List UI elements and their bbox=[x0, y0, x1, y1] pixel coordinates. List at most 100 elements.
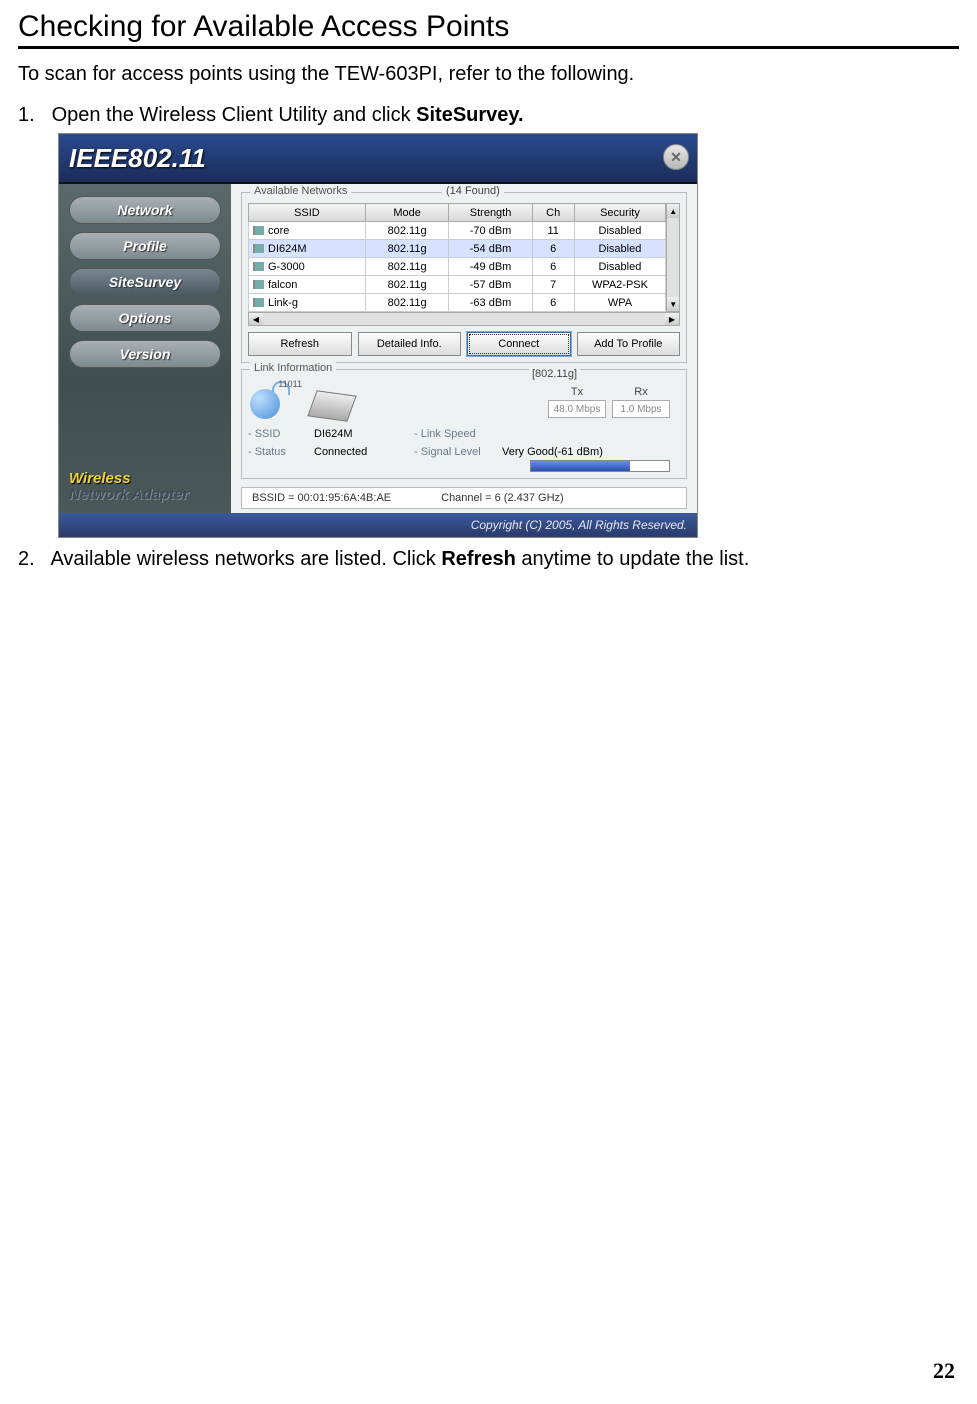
col-strength[interactable]: Strength bbox=[449, 204, 532, 222]
speed-key: - Link Speed bbox=[414, 428, 492, 440]
cell-mode: 802.11g bbox=[365, 258, 448, 276]
sidebar-footer-1: Wireless bbox=[69, 471, 221, 487]
page-number: 22 bbox=[933, 1358, 955, 1384]
rx-value: 1.0 Mbps bbox=[612, 400, 670, 418]
table-row[interactable]: Link-g802.11g-63 dBm6WPA bbox=[249, 294, 666, 312]
nav-version[interactable]: Version bbox=[69, 340, 221, 368]
cell-ch: 11 bbox=[532, 222, 574, 240]
add-to-profile-button[interactable]: Add To Profile bbox=[577, 332, 681, 356]
cell-mode: 802.11g bbox=[365, 294, 448, 312]
cell-security: Disabled bbox=[574, 258, 666, 276]
table-row[interactable]: falcon802.11g-57 dBm7WPA2-PSK bbox=[249, 276, 666, 294]
cell-security: WPA bbox=[574, 294, 666, 312]
ssid-val: DI624M bbox=[314, 428, 404, 440]
cell-ssid: falcon bbox=[249, 276, 366, 294]
col-ch[interactable]: Ch bbox=[532, 204, 574, 222]
table-row[interactable]: core802.11g-70 dBm11Disabled bbox=[249, 222, 666, 240]
cell-security: Disabled bbox=[574, 222, 666, 240]
cell-ch: 6 bbox=[532, 240, 574, 258]
nav-options[interactable]: Options bbox=[69, 304, 221, 332]
connect-button[interactable]: Connect bbox=[467, 332, 571, 356]
sidebar: Network Profile SiteSurvey Options Versi… bbox=[59, 184, 231, 513]
sidebar-footer-2: Network Adapter bbox=[69, 487, 221, 503]
network-icon bbox=[253, 244, 264, 253]
adapter-icon bbox=[307, 390, 356, 422]
cell-security: Disabled bbox=[574, 240, 666, 258]
status-key: - Status bbox=[248, 446, 304, 458]
network-icon bbox=[253, 262, 264, 271]
ssid-key: - SSID bbox=[248, 428, 304, 440]
step-2-text-b: Refresh bbox=[441, 548, 515, 570]
detailed-info-button[interactable]: Detailed Info. bbox=[358, 332, 462, 356]
cell-strength: -63 dBm bbox=[449, 294, 532, 312]
step-1: 1. Open the Wireless Client Utility and … bbox=[18, 104, 959, 127]
cell-ch: 7 bbox=[532, 276, 574, 294]
signal-key: - Signal Level bbox=[414, 446, 492, 458]
nav-network[interactable]: Network bbox=[69, 196, 221, 224]
app-footer: Copyright (C) 2005, All Rights Reserved. bbox=[59, 513, 697, 537]
network-icon bbox=[253, 280, 264, 289]
app-title: IEEE802.11 bbox=[69, 143, 206, 174]
cell-ssid: DI624M bbox=[249, 240, 366, 258]
cell-ssid: core bbox=[249, 222, 366, 240]
col-security[interactable]: Security bbox=[574, 204, 666, 222]
scroll-up-icon[interactable]: ▲ bbox=[667, 204, 679, 218]
titlebar: IEEE802.11 ✕ bbox=[59, 134, 697, 184]
available-label: Available Networks bbox=[250, 185, 351, 197]
rx-label: Rx bbox=[634, 386, 647, 398]
tx-label: Tx bbox=[571, 386, 583, 398]
cell-ch: 6 bbox=[532, 294, 574, 312]
cell-mode: 802.11g bbox=[365, 240, 448, 258]
step-2-num: 2. bbox=[18, 548, 46, 571]
close-icon[interactable]: ✕ bbox=[663, 144, 689, 170]
table-row[interactable]: G-3000802.11g-49 dBm6Disabled bbox=[249, 258, 666, 276]
wifi-num: 11011 bbox=[278, 379, 302, 389]
available-networks-group: Available Networks (14 Found) SSID Mode … bbox=[241, 192, 687, 363]
scroll-down-icon[interactable]: ▼ bbox=[667, 297, 679, 311]
nav-sitesurvey[interactable]: SiteSurvey bbox=[69, 268, 221, 296]
bssid-row: BSSID = 00:01:95:6A:4B:AE Channel = 6 (2… bbox=[241, 487, 687, 509]
channel-text: Channel = 6 (2.437 GHz) bbox=[441, 492, 564, 504]
intro-text: To scan for access points using the TEW-… bbox=[18, 63, 959, 86]
cell-ssid: G-3000 bbox=[249, 258, 366, 276]
cell-mode: 802.11g bbox=[365, 276, 448, 294]
tx-value: 48.0 Mbps bbox=[548, 400, 606, 418]
cell-mode: 802.11g bbox=[365, 222, 448, 240]
cell-ssid: Link-g bbox=[249, 294, 366, 312]
signal-bar bbox=[530, 460, 670, 472]
step-2-text-a: Available wireless networks are listed. … bbox=[50, 548, 441, 570]
nav-profile[interactable]: Profile bbox=[69, 232, 221, 260]
col-ssid[interactable]: SSID bbox=[249, 204, 366, 222]
app-window: IEEE802.11 ✕ Network Profile SiteSurvey … bbox=[58, 133, 698, 538]
h-scrollbar[interactable]: ◀ ▶ bbox=[248, 312, 680, 326]
step-2-text-c: anytime to update the list. bbox=[516, 548, 749, 570]
signal-val: Very Good(-61 dBm) bbox=[502, 446, 603, 458]
page-heading: Checking for Available Access Points bbox=[18, 10, 959, 49]
sidebar-footer: Wireless Network Adapter bbox=[59, 463, 231, 509]
v-scrollbar[interactable]: ▲ ▼ bbox=[666, 203, 680, 312]
col-mode[interactable]: Mode bbox=[365, 204, 448, 222]
networks-table: SSID Mode Strength Ch Security core802.1… bbox=[248, 203, 666, 312]
bssid-text: BSSID = 00:01:95:6A:4B:AE bbox=[252, 492, 391, 504]
scroll-left-icon[interactable]: ◀ bbox=[249, 313, 263, 325]
cell-strength: -49 dBm bbox=[449, 258, 532, 276]
wifi-globe-icon: 11011 bbox=[248, 381, 292, 421]
step-1-text-a: Open the Wireless Client Utility and cli… bbox=[52, 104, 417, 126]
cell-security: WPA2-PSK bbox=[574, 276, 666, 294]
cell-strength: -57 dBm bbox=[449, 276, 532, 294]
refresh-button[interactable]: Refresh bbox=[248, 332, 352, 356]
link-info-group: Link Information 11011 [802.11g] Tx 48.0… bbox=[241, 369, 687, 479]
table-row[interactable]: DI624M802.11g-54 dBm6Disabled bbox=[249, 240, 666, 258]
step-2: 2. Available wireless networks are liste… bbox=[18, 548, 959, 571]
found-count: (14 Found) bbox=[442, 185, 504, 197]
cell-ch: 6 bbox=[532, 258, 574, 276]
step-1-text-b: SiteSurvey. bbox=[416, 104, 523, 126]
cell-strength: -70 dBm bbox=[449, 222, 532, 240]
mode-tag: [802.11g] bbox=[529, 368, 580, 380]
scroll-right-icon[interactable]: ▶ bbox=[665, 313, 679, 325]
main-panel: Available Networks (14 Found) SSID Mode … bbox=[231, 184, 697, 513]
step-1-num: 1. bbox=[18, 104, 46, 127]
network-icon bbox=[253, 298, 264, 307]
cell-strength: -54 dBm bbox=[449, 240, 532, 258]
network-icon bbox=[253, 226, 264, 235]
